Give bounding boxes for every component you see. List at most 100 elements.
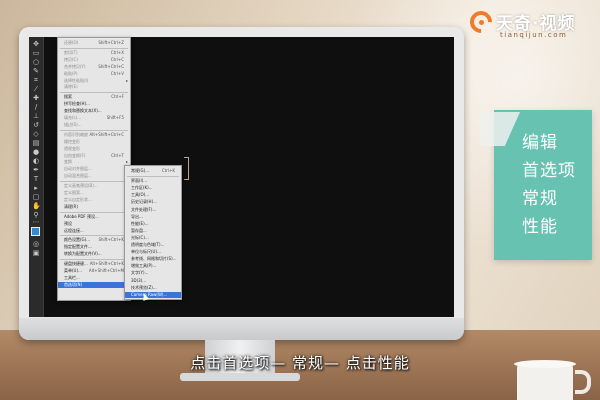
prefs-menu-item[interactable]: 工具(O)... xyxy=(125,192,181,198)
prefs-menu-item-label: Camera Raw(W)... xyxy=(131,291,168,297)
edit-menu-item-label: 清除(E) xyxy=(64,84,78,90)
prefs-menu-item[interactable]: 历史记录(H)... xyxy=(125,199,181,205)
edit-menu-item[interactable]: 颜色设置(G)... Shift+Ctrl+K xyxy=(58,237,130,243)
foreground-color-swatch[interactable] xyxy=(31,227,40,236)
prefs-menu-item[interactable]: 参考线、网格和切片(S)... xyxy=(125,256,181,262)
subtitle-caption: 点击首选项— 常规— 点击性能 xyxy=(190,354,410,372)
edit-menu-item[interactable]: 查找和替换文本(X)... xyxy=(58,108,130,114)
edit-menu-item[interactable]: 还原(O) Shift+Ctrl+Z xyxy=(58,40,130,46)
edit-menu-item-shortcut: Ctrl+C xyxy=(110,56,124,62)
text-tool-icon[interactable]: T xyxy=(32,175,40,183)
edit-menu-item[interactable]: 选择性粘贴(I) ▸ xyxy=(58,78,130,84)
eyedropper-tool-icon[interactable]: ⁄ xyxy=(32,85,40,93)
prefs-menu-item[interactable]: 单位与标尺(U)... xyxy=(125,249,181,255)
edit-menu-item[interactable]: 合并拷贝(Y) Shift+Ctrl+C xyxy=(58,64,130,70)
path-select-tool-icon[interactable]: ▸ xyxy=(32,184,40,192)
edit-menu-item[interactable]: 描边(S)... xyxy=(58,122,130,128)
prefs-menu-item[interactable]: 文件处理(F)... xyxy=(125,207,181,213)
quick-select-tool-icon[interactable]: ✎ xyxy=(32,67,40,75)
prefs-menu-item[interactable]: 工作区(K)... xyxy=(125,185,181,191)
edit-menu-item[interactable]: 透视变形 xyxy=(58,146,130,152)
screen-mode-icon[interactable]: ▣ xyxy=(32,249,40,257)
edit-menu-item[interactable]: 剪切(T) Ctrl+X xyxy=(58,50,130,56)
marquee-tool-icon[interactable]: ▭ xyxy=(32,49,40,57)
prefs-menu-item[interactable]: 增效工具(P)... xyxy=(125,263,181,269)
lasso-tool-icon[interactable]: ○ xyxy=(32,58,40,66)
prefs-menu-item-label: 参考线、网格和切片(S)... xyxy=(131,256,177,262)
menu-separator xyxy=(60,47,128,49)
edit-menu-item[interactable]: 自动混合图层... xyxy=(58,173,130,179)
edit-menu-item[interactable]: 搜索 Ctrl+F xyxy=(58,94,130,100)
history-brush-icon[interactable]: ↺ xyxy=(32,121,40,129)
blur-tool-icon[interactable]: ● xyxy=(32,148,40,156)
edit-menu-item[interactable]: 拼写检查(H)... xyxy=(58,101,130,107)
hand-tool-icon[interactable]: ✋ xyxy=(32,202,41,210)
prefs-menu-item[interactable]: 性能(E)... xyxy=(125,221,181,227)
prefs-menu-item-label: 暂存盘... xyxy=(131,227,147,233)
prefs-menu-item[interactable]: 透明度与色域(T)... xyxy=(125,242,181,248)
edit-menu-item[interactable]: 清除(E) xyxy=(58,84,130,90)
move-tool-icon[interactable]: ✥ xyxy=(32,40,40,48)
edit-menu-item[interactable]: 填充(L)... Shift+F5 xyxy=(58,115,130,121)
prefs-menu-item[interactable]: 技术预览(Z)... xyxy=(125,285,181,291)
edit-menu-item[interactable]: 内容识别缩放 Alt+Shift+Ctrl+C xyxy=(58,132,130,138)
prefs-menu-item[interactable]: 暂存盘... xyxy=(125,228,181,234)
more-tools-icon[interactable]: ⋯ xyxy=(32,218,40,226)
prefs-menu-item[interactable]: 文字(Y)... xyxy=(125,270,181,276)
edit-menu-item[interactable]: 菜单(U)... Alt+Shift+Ctrl+M xyxy=(58,268,130,274)
stamp-tool-icon[interactable]: ⊥ xyxy=(32,112,40,120)
prefs-menu-item-label: 工具(O)... xyxy=(131,192,150,198)
menu-separator xyxy=(60,181,128,183)
edit-menu-item-label: 颜色设置(G)... xyxy=(64,237,91,243)
edit-menu-item[interactable]: 自由变换(F) Ctrl+T xyxy=(58,153,130,159)
edit-menu-item[interactable]: 键盘快捷键... Alt+Shift+Ctrl+K xyxy=(58,261,130,267)
prefs-menu-item-label: 文件处理(F)... xyxy=(131,206,157,212)
edit-menu: 还原(O) Shift+Ctrl+Z 剪切(T) Ctrl+X 拷贝(C) Ctrl+C 合… xyxy=(57,37,131,301)
edit-menu-item[interactable]: 操控变形 xyxy=(58,139,130,145)
edit-menu-item[interactable]: 指定配置文件... xyxy=(58,244,130,250)
brand-domain: tianqijun.com xyxy=(500,31,568,39)
edit-menu-item[interactable]: 粘贴(P) Ctrl+V xyxy=(58,71,130,77)
eraser-tool-icon[interactable]: ◇ xyxy=(32,130,40,138)
edit-menu-item[interactable]: 定义画笔预设(B)... xyxy=(58,183,130,189)
edit-menu-item[interactable]: Adobe PDF 预设... xyxy=(58,214,130,220)
edit-menu-item-label: 剪切(T) xyxy=(64,49,78,55)
prefs-menu-item[interactable]: 界面(I)... xyxy=(125,178,181,184)
edit-menu-item[interactable]: 定义自定形状... xyxy=(58,197,130,203)
quick-mask-icon[interactable]: ◎ xyxy=(32,240,40,248)
dodge-tool-icon[interactable]: ◐ xyxy=(32,157,40,165)
edit-menu-item-label: 搜索 xyxy=(64,94,72,100)
pen-tool-icon[interactable]: ✒ xyxy=(32,166,40,174)
prefs-menu-item-label: 界面(I)... xyxy=(131,178,148,184)
prefs-menu-item[interactable]: 3D(3)... xyxy=(125,278,181,284)
shape-tool-icon[interactable]: ▢ xyxy=(32,193,40,201)
edit-menu-item-label: 自动对齐图层... xyxy=(64,166,92,172)
healing-tool-icon[interactable]: ✚ xyxy=(32,94,40,102)
menu-separator xyxy=(60,129,128,131)
edit-menu-item[interactable]: 自动对齐图层... xyxy=(58,166,130,172)
brand-logo-dot xyxy=(479,20,484,25)
brush-tool-icon[interactable]: / xyxy=(32,103,40,111)
edit-menu-item[interactable]: 首选项(N)▸ xyxy=(58,281,130,288)
prefs-menu-item-label: 文字(Y)... xyxy=(131,270,149,276)
gradient-tool-icon[interactable]: ▤ xyxy=(32,139,40,147)
edit-menu-item[interactable]: 定义图案... xyxy=(58,190,130,196)
edit-menu-item-shortcut: Shift+Ctrl+C xyxy=(98,63,124,69)
edit-menu-item[interactable]: 预设▸ xyxy=(58,221,130,227)
edit-menu-item-label: 定义自定形状... xyxy=(64,196,92,202)
prefs-menu-item[interactable]: 导出... xyxy=(125,214,181,220)
edit-menu-item-shortcut: Shift+F5 xyxy=(106,115,124,120)
edit-menu-item[interactable]: 变换 ▸ xyxy=(58,159,130,165)
edit-menu-item[interactable]: 拷贝(C) Ctrl+C xyxy=(58,57,130,63)
edit-menu-item[interactable]: 转换为配置文件(V)... xyxy=(58,251,130,257)
edit-menu-item-label: Adobe PDF 预设... xyxy=(64,213,99,219)
menu-separator xyxy=(127,176,179,178)
edit-menu-item[interactable]: 工具栏... xyxy=(58,275,130,281)
edit-menu-item[interactable]: 远程连接... xyxy=(58,228,130,234)
prefs-menu-item-label: 光标(C)... xyxy=(131,234,149,240)
prefs-menu-item[interactable]: Camera Raw(W)... xyxy=(125,291,181,298)
prefs-menu-item[interactable]: 常规(G)... Ctrl+K xyxy=(125,168,181,174)
prefs-menu-item[interactable]: 光标(C)... xyxy=(125,235,181,241)
crop-tool-icon[interactable]: ⌗ xyxy=(32,76,40,84)
edit-menu-item[interactable]: 清理(R)▸ xyxy=(58,204,130,210)
